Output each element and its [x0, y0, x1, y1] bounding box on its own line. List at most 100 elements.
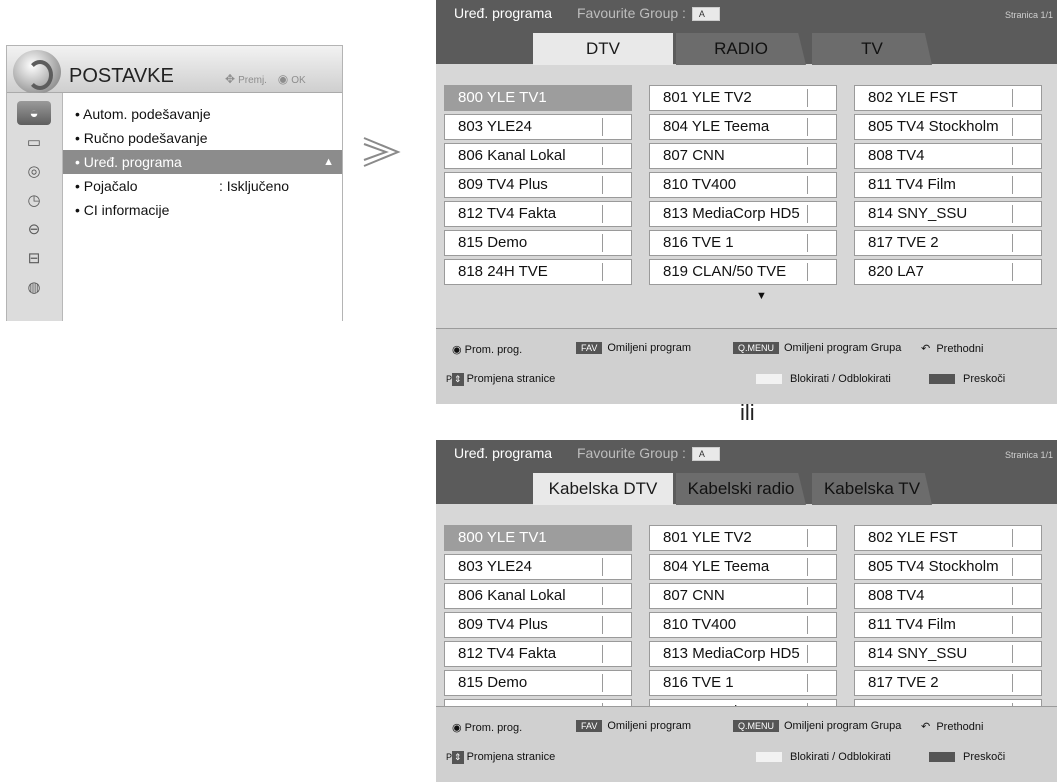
channel-item[interactable]: 801 YLE TV2 [649, 525, 837, 551]
channel-item[interactable]: 817 TVE 2 [854, 670, 1042, 696]
channel-item[interactable]: 809 TV4 Plus [444, 612, 632, 638]
menu-title: POSTAVKE [69, 65, 174, 87]
scroll-down-icon[interactable]: ▼ [756, 290, 767, 302]
tab-1[interactable]: RADIO [676, 33, 806, 65]
page-up-down-icon: ⇕ [452, 373, 464, 386]
network-icon[interactable]: ◍ [17, 275, 51, 299]
channel-item[interactable]: 819 CLAN/50 TVE [649, 259, 837, 285]
channel-item[interactable]: 817 TVE 2 [854, 230, 1042, 256]
hint-ok-label: OK [291, 75, 306, 86]
tv-screen-icon[interactable]: ▭ [17, 130, 51, 154]
channel-item[interactable]: 810 TV400 [649, 172, 837, 198]
channel-item[interactable]: 802 YLE FST [854, 85, 1042, 111]
back-arrow-icon: ↶ [921, 721, 931, 733]
menu-item-ci-info[interactable]: • CI informacije [63, 198, 342, 222]
favourite-group-value[interactable]: A [691, 447, 720, 462]
tab-1[interactable]: Kabelski radio [676, 473, 806, 505]
qmenu-key: Q.MENU [733, 342, 779, 354]
menu-item-auto-tuning[interactable]: • Autom. podešavanje [63, 102, 342, 126]
channel-item[interactable]: 815 Demo [444, 230, 632, 256]
legend-block: Blokirati / Odblokirati [756, 751, 891, 763]
legend-move: ◉ Prom. prog. [452, 343, 522, 356]
channel-item[interactable]: 803 YLE24 [444, 114, 632, 140]
page-indicator: Stranica 1/1 [1004, 450, 1053, 460]
legend-page: P ⇕ Promjena stranice [446, 373, 555, 386]
menu-item-booster[interactable]: • Pojačalo: Isključeno [63, 174, 342, 198]
legend-move: ◉ Prom. prog. [452, 721, 522, 734]
legend-block: Blokirati / Odblokirati [756, 373, 891, 385]
up-down-arrows-icon: ▲ [323, 156, 334, 168]
menu-header: POSTAVKE ✥ Premj. ◉ OK [7, 46, 342, 94]
legend-qmenu: Q.MENU Omiljeni program Grupa [733, 342, 901, 354]
favourite-group-value[interactable]: A [691, 7, 720, 22]
ok-icon: ◉ [452, 722, 462, 734]
fav-key: FAV [576, 720, 603, 732]
channel-item[interactable]: 804 YLE Teema [649, 114, 837, 140]
channel-item[interactable]: 807 CNN [649, 583, 837, 609]
channel-item[interactable]: 813 MediaCorp HD5 [649, 641, 837, 667]
favourite-group[interactable]: Favourite Group : A [577, 5, 720, 22]
favourite-group-label: Favourite Group : [577, 5, 686, 21]
channel-item[interactable]: 808 TV4 [854, 583, 1042, 609]
legend-bar: ◉ Prom. prog. FAV Omiljeni program Q.MENU Om… [436, 328, 1057, 404]
chevron-right-icon [363, 137, 401, 167]
channel-item[interactable]: 805 TV4 Stockholm [854, 554, 1042, 580]
channel-item[interactable]: 812 TV4 Fakta [444, 201, 632, 227]
legend-fav-label: Omiljeni program [607, 342, 692, 354]
channel-item[interactable]: 802 YLE FST [854, 525, 1042, 551]
ok-icon: ◉ [277, 72, 289, 86]
channel-item[interactable]: 818 24H TVE [444, 259, 632, 285]
tab-0[interactable]: Kabelska DTV [533, 473, 673, 505]
channel-item[interactable]: 816 TVE 1 [649, 230, 837, 256]
ok-icon: ◉ [452, 344, 462, 356]
channel-item[interactable]: 806 Kanal Lokal [444, 143, 632, 169]
panel-header: Uređ. programa Favourite Group : A Stranic… [436, 440, 1057, 505]
lock-icon[interactable]: ⊖ [17, 217, 51, 241]
channel-item[interactable]: 813 MediaCorp HD5 [649, 201, 837, 227]
tab-0[interactable]: DTV [533, 33, 673, 65]
picture-icon[interactable]: ◎ [17, 159, 51, 183]
channel-item[interactable]: 803 YLE24 [444, 554, 632, 580]
channel-item[interactable]: 810 TV400 [649, 612, 837, 638]
legend-bar: ◉ Prom. prog. FAV Omiljeni program Q.MENU Om… [436, 706, 1057, 782]
menu-sidebar: ◒ ▭ ◎ ◷ ⊖ ⊟ ◍ [7, 93, 63, 321]
channel-item[interactable]: 800 YLE TV1 [444, 85, 632, 111]
hint-move-label: Premj. [238, 75, 267, 86]
channel-item[interactable]: 816 TVE 1 [649, 670, 837, 696]
channel-edit-panel: Uređ. programa Favourite Group : A Stranic… [436, 0, 1057, 404]
channel-item[interactable]: 800 YLE TV1 [444, 525, 632, 551]
channel-item[interactable]: 807 CNN [649, 143, 837, 169]
channel-item[interactable]: 820 LA7 [854, 259, 1042, 285]
channel-item[interactable]: 804 YLE Teema [649, 554, 837, 580]
channel-item[interactable]: 812 TV4 Fakta [444, 641, 632, 667]
channel-item[interactable]: 811 TV4 Film [854, 612, 1042, 638]
panel-title: Uređ. programa [454, 5, 553, 21]
legend-fav: FAV Omiljeni program [576, 720, 691, 732]
menu-item-manual-tuning[interactable]: • Ručno podešavanje [63, 126, 342, 150]
menu-item-programme-edit[interactable]: • Uređ. programa ▲ [63, 150, 342, 174]
channel-item[interactable]: 809 TV4 Plus [444, 172, 632, 198]
menu-item-label: • CI informacije [75, 202, 170, 218]
channel-item[interactable]: 808 TV4 [854, 143, 1042, 169]
channel-item[interactable]: 811 TV4 Film [854, 172, 1042, 198]
dark-key-swatch [929, 752, 955, 763]
channel-item[interactable]: 814 SNY_SSU [854, 201, 1042, 227]
favourite-group[interactable]: Favourite Group : A [577, 445, 720, 462]
channel-item[interactable]: 801 YLE TV2 [649, 85, 837, 111]
channel-item[interactable]: 806 Kanal Lokal [444, 583, 632, 609]
legend-qmenu-label: Omiljeni program Grupa [784, 720, 902, 732]
channel-item[interactable]: 805 TV4 Stockholm [854, 114, 1042, 140]
channel-item[interactable]: 814 SNY_SSU [854, 641, 1042, 667]
tab-2[interactable]: Kabelska TV [812, 473, 932, 505]
white-key-swatch [756, 374, 782, 385]
menu-item-label: • Uređ. programa [75, 154, 182, 170]
page-indicator: Stranica 1/1 [1004, 10, 1053, 20]
channel-item[interactable]: 815 Demo [444, 670, 632, 696]
clock-icon[interactable]: ◷ [17, 188, 51, 212]
input-icon[interactable]: ⊟ [17, 246, 51, 270]
satellite-dish-icon[interactable]: ◒ [17, 101, 51, 125]
legend-fav-label: Omiljeni program [607, 720, 692, 732]
move-arrows-icon: ✥ [225, 72, 236, 86]
tab-2[interactable]: TV [812, 33, 932, 65]
qmenu-key: Q.MENU [733, 720, 779, 732]
